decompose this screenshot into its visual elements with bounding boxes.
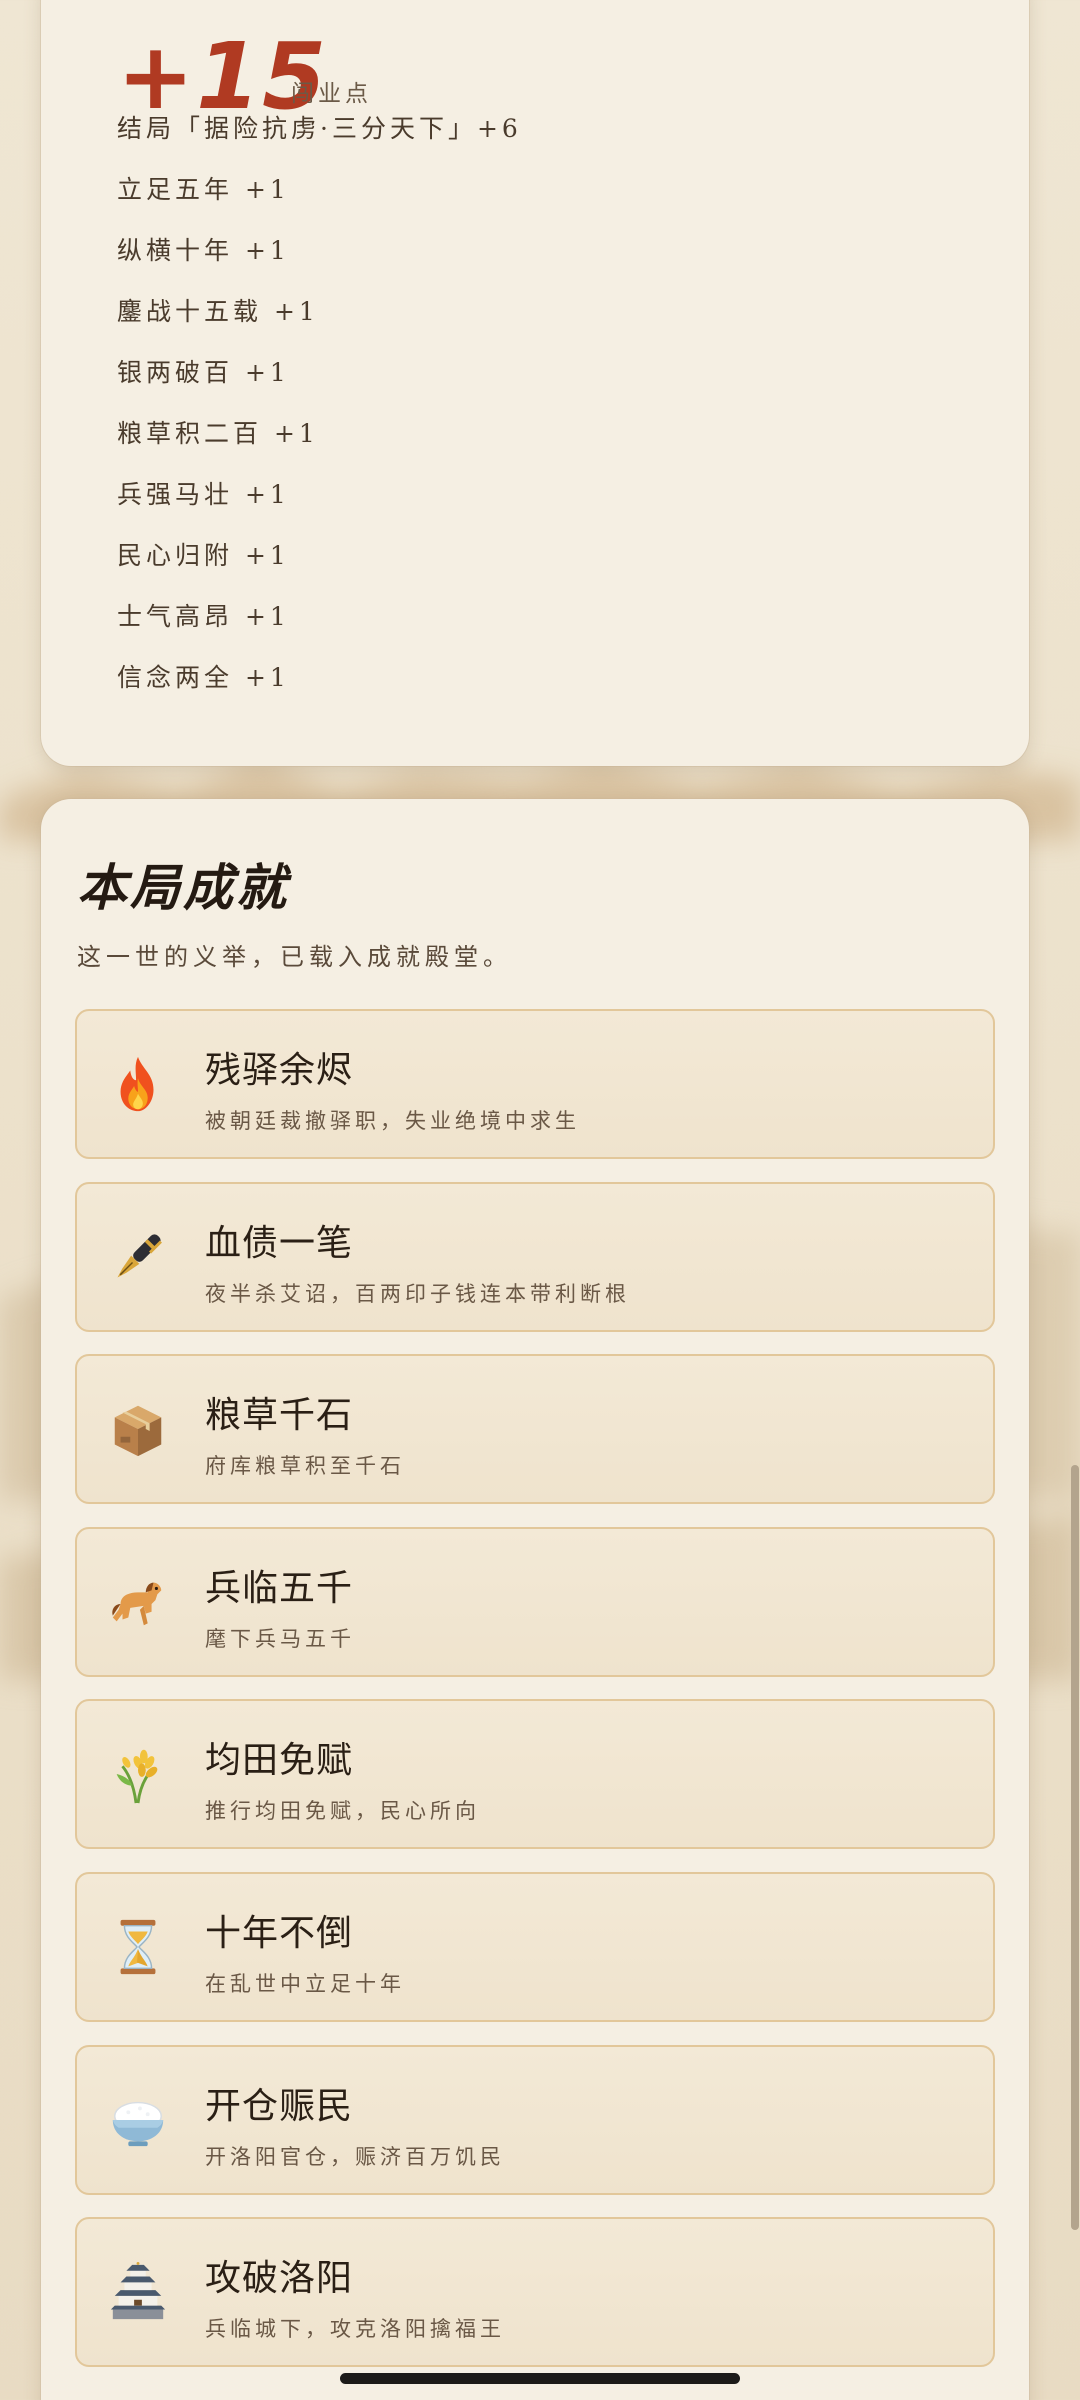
bonus-list: 结局「据险抗虏·三分天下」+6 立足五年 +1 纵横十年 +1 鏖战十五载 +1… (117, 115, 522, 725)
bonus-item: 粮草积二百 +1 (117, 419, 319, 448)
bonus-item: 民心归附 +1 (117, 541, 290, 570)
achievement-name: 残驿余烬 (205, 1050, 354, 1091)
achievement-name: 粮草千石 (205, 1395, 354, 1437)
achievement-name: 十年不倒 (205, 1912, 354, 1954)
achievement-list: 残驿余烬 被朝廷裁撤驿职，失业绝境中求生 血债一笔 夜半杀艾诏，百两印子钱连本带… (75, 1009, 995, 2390)
achievement-item[interactable]: 均田免赋 推行均田免赋，民心所向 (75, 1699, 995, 1850)
achievement-name: 兵临五千 (205, 1567, 354, 1609)
achievements-subtitle: 这一世的义举，已载入成就殿堂。 (77, 943, 512, 971)
bonus-item: 信念两全 +1 (117, 663, 290, 692)
rice-bowl-icon (112, 2101, 164, 2146)
scrollbar[interactable] (1071, 1465, 1079, 2230)
castle-icon (110, 2262, 166, 2320)
pen-icon (117, 1233, 162, 1278)
bonus-item: 立足五年 +1 (117, 175, 290, 204)
bonus-item: 纵横十年 +1 (117, 236, 290, 265)
achievement-desc: 在乱世中立足十年 (205, 1971, 405, 1996)
achievements-card: 本局成就 这一世的义举，已载入成就殿堂。 残驿余烬 被朝廷裁撤驿职，失业绝境中求… (41, 799, 1029, 2400)
fire-icon (120, 1056, 154, 1112)
rice-icon (116, 1750, 158, 1804)
box-icon (114, 1405, 162, 1457)
bonus-item: 结局「据险抗虏·三分天下」+6 (117, 114, 522, 143)
achievement-desc: 夜半杀艾诏，百两印子钱连本带利断根 (205, 1281, 630, 1306)
achievement-name: 开仓赈民 (205, 2085, 354, 2127)
achievement-name: 攻破洛阳 (205, 2258, 354, 2300)
hourglass-icon (120, 1919, 156, 1975)
achievement-desc: 开洛阳官仓，赈济百万饥民 (205, 2144, 505, 2169)
achievement-item[interactable]: 粮草千石 府库粮草积至千石 (75, 1354, 995, 1505)
achievement-desc: 麾下兵马五千 (205, 1626, 355, 1651)
achievement-item[interactable]: 血债一笔 夜半杀艾诏，百两印子钱连本带利断根 (75, 1181, 995, 1332)
home-indicator[interactable] (340, 2373, 740, 2384)
achievement-item[interactable]: 攻破洛阳 兵临城下，攻克洛阳擒福王 (75, 2217, 995, 2368)
achievement-name: 均田免赋 (205, 1740, 354, 1782)
bonus-item: 士气高昂 +1 (117, 602, 290, 631)
achievement-item[interactable]: 兵临五千 麾下兵马五千 (75, 1526, 995, 1677)
score-label: 闯业点 (291, 81, 372, 107)
bonus-item: 兵强马壮 +1 (117, 480, 290, 509)
bonus-item: 鏖战十五载 +1 (117, 297, 319, 326)
achievement-desc: 府库粮草积至千石 (205, 1454, 405, 1479)
achievement-desc: 推行均田免赋，民心所向 (205, 1799, 480, 1824)
achievement-item[interactable]: 开仓赈民 开洛阳官仓，赈济百万饥民 (75, 2044, 995, 2195)
bonus-item: 银两破百 +1 (117, 358, 290, 387)
achievement-item[interactable]: 残驿余烬 被朝廷裁撤驿职，失业绝境中求生 (75, 1009, 995, 1159)
achievement-item[interactable]: 十年不倒 在乱世中立足十年 (75, 1871, 995, 2022)
horse-icon (112, 1582, 162, 1626)
score-card: +15 闯业点 结局「据险抗虏·三分天下」+6 立足五年 +1 纵横十年 +1 … (41, 0, 1029, 766)
achievement-name: 血债一笔 (205, 1222, 354, 1264)
achievement-desc: 被朝廷裁撤驿职，失业绝境中求生 (205, 1109, 580, 1133)
achievements-title: 本局成就 (77, 858, 289, 917)
achievement-desc: 兵临城下，攻克洛阳擒福王 (205, 2317, 505, 2342)
